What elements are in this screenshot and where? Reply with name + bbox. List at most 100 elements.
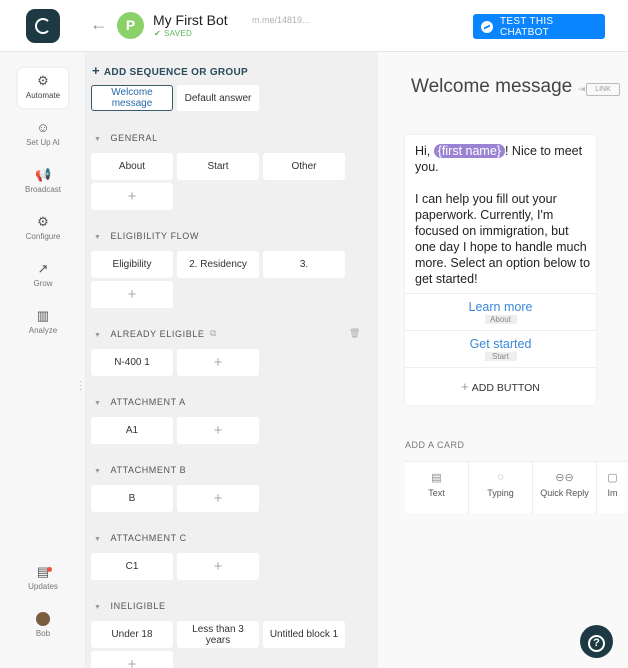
group-title: ELIGIBILITY FLOW [110, 231, 199, 241]
block-under-18[interactable]: Under 18 [91, 621, 173, 648]
message-body: I can help you fill out your paperwork. … [415, 192, 591, 286]
test-chatbot-label: TEST THIS CHATBOT [499, 15, 554, 38]
block-other[interactable]: Other [263, 153, 345, 180]
card-type-quick-reply[interactable]: ⊖⊖ Quick Reply [533, 462, 597, 514]
sidebar-item-broadcast[interactable]: 📢 Broadcast [18, 162, 68, 202]
block-less-than-3-years[interactable]: Less than 3 years [177, 621, 259, 648]
group-header-general[interactable]: ▼ GENERAL [94, 133, 158, 143]
automate-icon: ⚙ [37, 73, 49, 88]
bot-name[interactable]: My First Bot [153, 12, 228, 28]
group-title: ALREADY ELIGIBLE [110, 329, 205, 339]
add-block-button[interactable]: + [177, 485, 259, 512]
test-chatbot-button[interactable]: TEST THIS CHATBOT [473, 14, 605, 39]
button-target: Start [484, 352, 517, 361]
link-button[interactable]: LINK [578, 83, 620, 96]
sidebar-item-label: Automate [25, 91, 61, 100]
collapse-triangle-icon[interactable]: ▼ [94, 536, 102, 543]
add-button-label: ADD BUTTON [471, 382, 540, 394]
saved-status: ✔ SAVED [154, 29, 192, 38]
get-started-button[interactable]: Get started Start [405, 330, 596, 367]
add-block-button[interactable]: + [177, 553, 259, 580]
sidebar-item-updates[interactable]: ▤ Updates [18, 559, 68, 599]
first-name-attribute[interactable]: {first name} [433, 144, 505, 158]
learn-more-button[interactable]: Learn more About [405, 293, 596, 330]
block-b[interactable]: B [91, 485, 173, 512]
group-header-already-eligible[interactable]: ▼ ALREADY ELIGIBLE [94, 329, 205, 339]
greeting-text: Hi, [415, 144, 434, 158]
sidebar-item-label: Grow [33, 279, 53, 288]
block-untitled-1[interactable]: Untitled block 1 [263, 621, 345, 648]
bot-url[interactable]: m.me/14819... [252, 15, 310, 25]
welcome-message-pill[interactable]: Welcome message [91, 85, 173, 111]
group-title: INELIGIBLE [110, 601, 166, 611]
bot-avatar[interactable]: P [117, 12, 144, 39]
card-type-typing[interactable]: ◌ Typing [469, 462, 533, 514]
drag-handle-icon[interactable]: · · · [79, 377, 82, 394]
add-block-button[interactable]: + [177, 417, 259, 444]
megaphone-icon: 📢 [35, 167, 52, 182]
card-type-image[interactable]: ▢ Im [597, 462, 628, 514]
block-3[interactable]: 3. [263, 251, 345, 278]
sidebar-item-label: Updates [28, 582, 58, 591]
card-type-text[interactable]: ▤ Text [405, 462, 469, 514]
text-card: Hi, {first name}! Nice to meet you. I can… [405, 135, 596, 405]
plus-icon: + [461, 379, 469, 394]
add-card-label: ADD A CARD [405, 440, 465, 450]
card-type-label: Im [607, 488, 618, 498]
block-a1[interactable]: A1 [91, 417, 173, 444]
sidebar-item-user[interactable]: Bob [18, 606, 68, 646]
group-title: ATTACHMENT A [110, 397, 186, 407]
block-n400-1[interactable]: N-400 1 [91, 349, 173, 376]
user-avatar [36, 612, 50, 626]
sidebar-item-analyze[interactable]: ▥ Analyze [18, 303, 68, 343]
text-card-icon: ▤ [431, 472, 442, 484]
block-eligibility[interactable]: Eligibility [91, 251, 173, 278]
messenger-icon [481, 20, 493, 33]
group-header-attachment-c[interactable]: ▼ ATTACHMENT C [94, 533, 187, 543]
collapse-triangle-icon[interactable]: ▼ [94, 136, 102, 143]
sidebar: ⚙ Automate ☺ Set Up AI 📢 Broadcast ⚙ Con… [0, 52, 86, 668]
collapse-triangle-icon[interactable]: ▼ [94, 400, 102, 407]
card-type-toolbar: ▤ Text ◌ Typing ⊖⊖ Quick Reply ▢ Im [405, 461, 628, 514]
group-header-eligibility-flow[interactable]: ▼ ELIGIBILITY FLOW [94, 231, 199, 241]
collapse-triangle-icon[interactable]: ▼ [94, 468, 102, 475]
sidebar-item-grow[interactable]: ↗ Grow [18, 256, 68, 296]
card-type-label: Quick Reply [540, 488, 589, 498]
add-sequence-button[interactable]: + ADD SEQUENCE OR GROUP [92, 63, 248, 78]
block-title[interactable]: Welcome message [411, 76, 572, 98]
add-block-button[interactable]: + [91, 651, 173, 668]
block-residency[interactable]: 2. Residency [177, 251, 259, 278]
add-block-button[interactable]: + [91, 183, 173, 210]
default-answer-pill[interactable]: Default answer [177, 85, 259, 111]
add-block-button[interactable]: + [177, 349, 259, 376]
collapse-triangle-icon[interactable]: ▼ [94, 604, 102, 611]
copy-group-icon[interactable]: ⧉ [210, 328, 216, 339]
block-about[interactable]: About [91, 153, 173, 180]
sidebar-item-automate[interactable]: ⚙ Automate [18, 68, 68, 108]
help-button[interactable]: ? [580, 625, 613, 658]
back-arrow-icon[interactable]: ← [90, 14, 108, 34]
block-c1[interactable]: C1 [91, 553, 173, 580]
quick-reply-icon: ⊖⊖ [555, 472, 574, 484]
trash-icon[interactable]: 🗑 [349, 328, 360, 339]
block-start[interactable]: Start [177, 153, 259, 180]
button-label: Learn more [468, 300, 533, 314]
notification-dot [47, 567, 52, 572]
group-header-ineligible[interactable]: ▼ INELIGIBLE [94, 601, 166, 611]
add-button[interactable]: + ADD BUTTON [405, 367, 596, 405]
collapse-triangle-icon[interactable]: ▼ [94, 234, 102, 241]
collapse-triangle-icon[interactable]: ▼ [94, 332, 102, 339]
card-type-label: Typing [487, 488, 514, 498]
group-header-attachment-a[interactable]: ▼ ATTACHMENT A [94, 397, 186, 407]
button-target: About [484, 315, 517, 324]
sidebar-item-configure[interactable]: ⚙ Configure [18, 209, 68, 249]
sidebar-item-label: Configure [25, 232, 61, 241]
message-text[interactable]: Hi, {first name}! Nice to meet you. I can… [415, 143, 591, 287]
group-header-attachment-b[interactable]: ▼ ATTACHMENT B [94, 465, 186, 475]
check-icon: ✔ [154, 29, 162, 38]
add-block-button[interactable]: + [91, 281, 173, 308]
group-title: GENERAL [110, 133, 158, 143]
app-logo[interactable] [26, 9, 60, 43]
saved-label: SAVED [164, 29, 193, 38]
sidebar-item-setup-ai[interactable]: ☺ Set Up AI [18, 115, 68, 155]
